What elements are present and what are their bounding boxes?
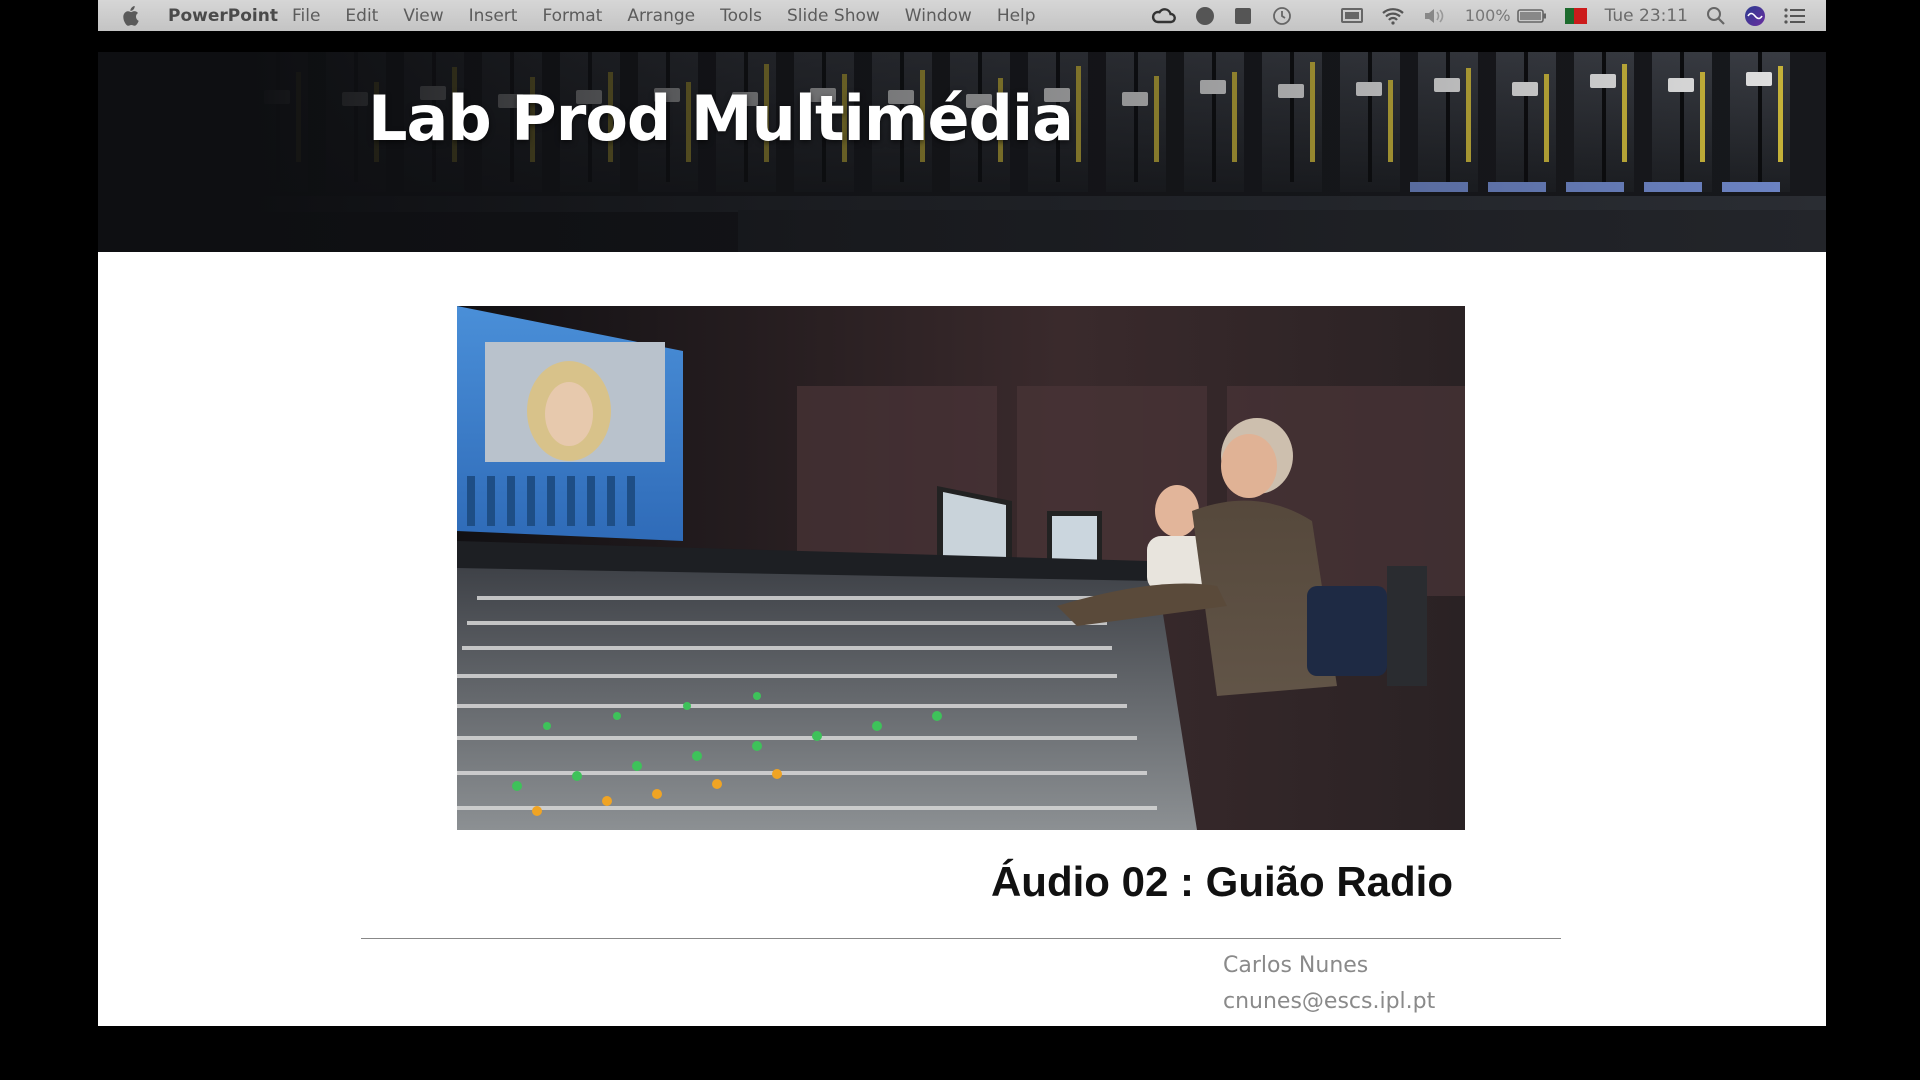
wifi-icon[interactable] bbox=[1381, 7, 1405, 25]
menu-bar: PowerPoint File Edit View Insert Format … bbox=[98, 0, 1826, 31]
siri-icon[interactable] bbox=[1744, 5, 1766, 27]
search-icon[interactable] bbox=[1706, 6, 1726, 26]
time-machine-icon[interactable] bbox=[1271, 5, 1293, 27]
menu-edit[interactable]: Edit bbox=[345, 6, 378, 26]
header-banner: Lab Prod Multimédia bbox=[98, 52, 1826, 252]
author-block: Carlos Nunes cnunes@escs.ipl.pt bbox=[1223, 948, 1435, 1020]
author-email: cnunes@escs.ipl.pt bbox=[1223, 989, 1436, 1014]
divider bbox=[361, 938, 1561, 939]
menu-window[interactable]: Window bbox=[905, 6, 972, 26]
studio-photo bbox=[457, 306, 1465, 830]
menu-format[interactable]: Format bbox=[542, 6, 602, 26]
notification-list-icon[interactable] bbox=[1784, 7, 1806, 24]
app-menu[interactable]: PowerPoint bbox=[168, 6, 278, 26]
apple-icon[interactable] bbox=[110, 0, 150, 31]
volume-icon[interactable] bbox=[1423, 7, 1447, 25]
slide-subtitle: Áudio 02 : Guião Radio bbox=[990, 858, 1453, 905]
battery-icon[interactable] bbox=[1516, 8, 1547, 24]
menu-file[interactable]: File bbox=[292, 6, 320, 26]
record-icon[interactable] bbox=[1195, 6, 1215, 26]
status-area: 100% Tue 23:11 bbox=[1151, 0, 1826, 31]
slide: Lab Prod Multimédia Áudio 02: Guião Rad… bbox=[98, 52, 1826, 1026]
slide-title: Lab Prod Multimédia bbox=[368, 82, 1074, 155]
flag-icon[interactable] bbox=[1564, 7, 1587, 24]
stop-icon[interactable] bbox=[1233, 6, 1253, 26]
creative-cloud-icon[interactable] bbox=[1151, 7, 1177, 25]
menu-insert[interactable]: Insert bbox=[469, 6, 518, 26]
menu-arrange[interactable]: Arrange bbox=[627, 6, 695, 26]
menu-help[interactable]: Help bbox=[997, 6, 1036, 26]
menu-view[interactable]: View bbox=[403, 6, 443, 26]
menu-slide-show[interactable]: Slide Show bbox=[787, 6, 880, 26]
menu-tools[interactable]: Tools bbox=[720, 6, 762, 26]
display-icon[interactable] bbox=[1340, 7, 1363, 25]
menubar-clock[interactable]: Tue 23:11 bbox=[1605, 6, 1688, 26]
battery-percentage: 100% bbox=[1464, 6, 1511, 25]
author-name: Carlos Nunes bbox=[1223, 953, 1369, 978]
